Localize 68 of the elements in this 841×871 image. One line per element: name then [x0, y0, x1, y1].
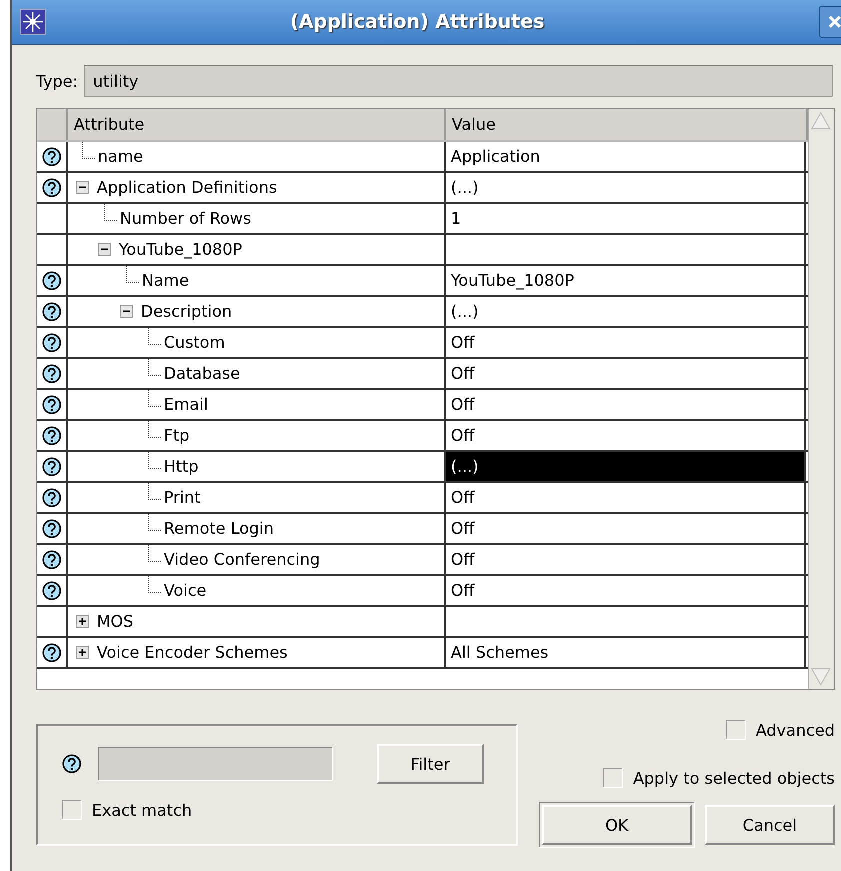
filter-button[interactable]: Filter	[377, 744, 484, 784]
expand-icon[interactable]	[76, 646, 89, 659]
attribute-name[interactable]: Ftp	[164, 426, 190, 445]
window-title: (Application) Attributes	[289, 11, 546, 33]
checkbox[interactable]	[603, 768, 624, 788]
attribute-name[interactable]: MOS	[97, 612, 134, 631]
value-cell[interactable]: All Schemes	[446, 638, 806, 667]
attribute-name[interactable]: Number of Rows	[120, 209, 252, 228]
value-cell[interactable]: Off	[446, 328, 806, 357]
value-cell[interactable]: (...)	[446, 173, 806, 202]
help-icon[interactable]	[42, 580, 62, 600]
value-cell[interactable]: Off	[446, 483, 806, 512]
attribute-name[interactable]: Remote Login	[164, 519, 274, 538]
checkbox-label[interactable]: Advanced	[756, 720, 835, 740]
value-cell[interactable]: Off	[446, 545, 806, 574]
attribute-name[interactable]: Application Definitions	[97, 178, 278, 197]
collapse-icon[interactable]	[120, 305, 133, 318]
value-cell[interactable]: Off	[446, 390, 806, 419]
attribute-name[interactable]: Email	[164, 395, 208, 414]
value-cell[interactable]: Off	[446, 359, 806, 388]
filter-field[interactable]	[98, 747, 333, 781]
value-cell[interactable]: Off	[446, 421, 806, 450]
attribute-name[interactable]: Database	[164, 364, 240, 383]
help-icon[interactable]	[42, 518, 62, 538]
checkbox[interactable]	[62, 800, 82, 820]
checkbox[interactable]	[726, 720, 746, 740]
help-icon[interactable]	[42, 394, 62, 414]
value-cell[interactable]: YouTube_1080P	[446, 266, 806, 295]
attribute-name[interactable]: Description	[141, 302, 232, 321]
attribute-name[interactable]: Http	[164, 457, 199, 476]
help-icon[interactable]	[62, 754, 82, 774]
help-icon[interactable]	[42, 178, 62, 198]
collapse-icon[interactable]	[98, 243, 111, 256]
help-icon[interactable]	[42, 364, 62, 384]
help-icon[interactable]	[42, 488, 62, 508]
value-cell[interactable]: Off	[446, 514, 806, 543]
type-label: Type:	[36, 72, 78, 90]
expand-icon[interactable]	[76, 615, 89, 628]
value-cell[interactable]: Off	[446, 576, 806, 605]
checkbox-label[interactable]: Apply to selected objects	[633, 768, 835, 788]
help-icon[interactable]	[42, 270, 62, 290]
attribute-name[interactable]: Print	[164, 488, 201, 507]
help-icon[interactable]	[42, 332, 62, 352]
close-icon	[827, 14, 841, 30]
column-header[interactable]: Attribute	[68, 109, 446, 140]
attribute-name[interactable]: name	[98, 147, 144, 166]
attribute-name[interactable]: YouTube_1080P	[119, 240, 242, 259]
attribute-name[interactable]: Video Conferencing	[164, 550, 320, 569]
cancel-button[interactable]: Cancel	[705, 805, 835, 845]
value-cell[interactable]: Application	[446, 142, 806, 171]
help-icon[interactable]	[42, 550, 62, 570]
type-field: utility	[84, 65, 833, 97]
collapse-icon[interactable]	[76, 181, 89, 194]
value-cell[interactable]: 1	[446, 204, 806, 233]
help-icon[interactable]	[42, 642, 62, 662]
help-icon[interactable]	[42, 426, 62, 446]
value-cell[interactable]: (...)	[446, 297, 806, 326]
star-icon	[20, 9, 46, 35]
attribute-name[interactable]: Voice Encoder Schemes	[97, 643, 288, 662]
ok-button[interactable]: OK	[542, 805, 692, 845]
help-icon[interactable]	[42, 302, 62, 322]
attribute-name[interactable]: Voice	[164, 581, 207, 600]
help-icon[interactable]	[42, 456, 62, 476]
help-icon[interactable]	[42, 146, 62, 166]
attribute-name[interactable]: Custom	[164, 333, 226, 352]
attribute-name[interactable]: Name	[142, 271, 190, 290]
checkbox-label[interactable]: Exact match	[92, 800, 192, 820]
value-cell[interactable]: (...)	[446, 452, 806, 481]
